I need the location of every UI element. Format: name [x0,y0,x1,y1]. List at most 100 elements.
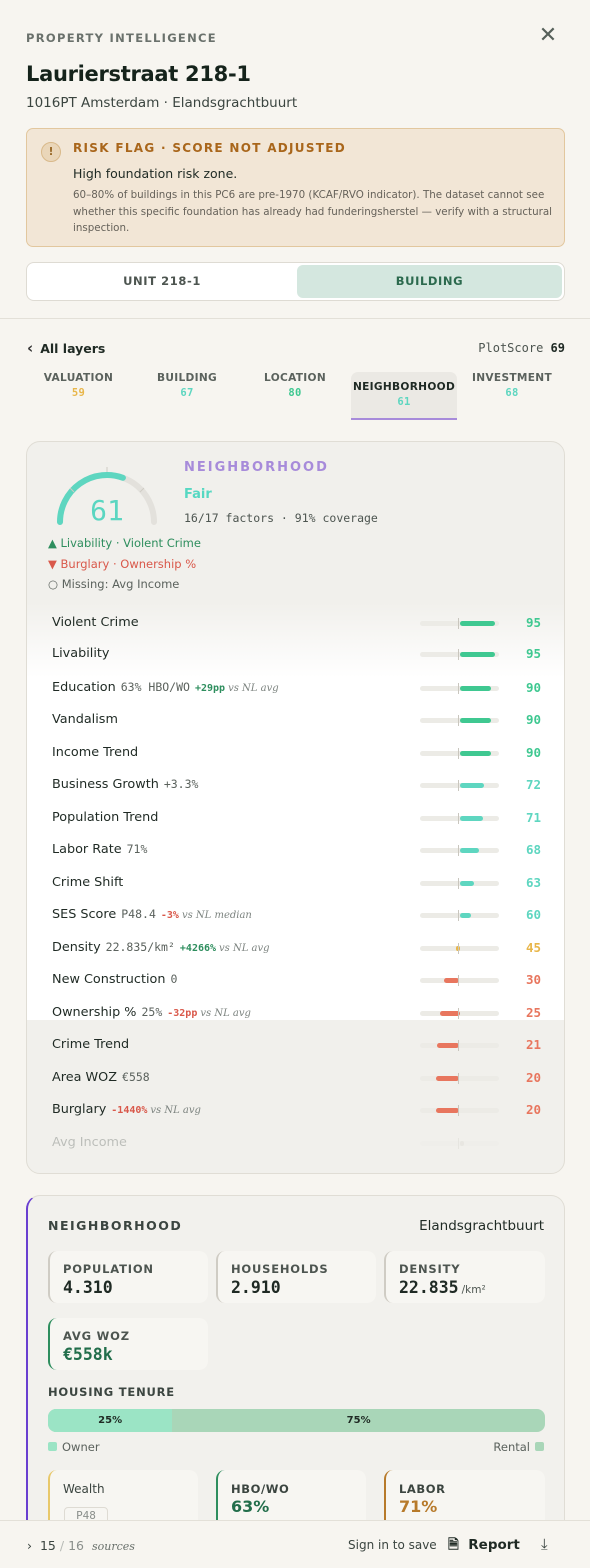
tab-valuation[interactable]: VALUATION 59 [31,372,126,420]
factor-bar [420,813,499,824]
factor-comparison: vs NL avg [150,1105,201,1116]
factor-name-line: New Construction 0 [52,972,177,987]
all-layers-link[interactable]: ‹ All layers [27,339,105,357]
factor-row[interactable]: Population Trend 71 [27,802,564,834]
risk-flag-banner: ! RISK FLAG · SCORE NOT ADJUSTED High fo… [26,128,565,247]
factor-bar-midline [458,780,459,791]
tab-score: 61 [397,396,411,408]
factor-bar-midline [458,813,459,824]
factor-delta: -32pp [167,1008,198,1019]
factor-name-line: Avg Income [52,1135,127,1150]
wealth-label: Wealth [63,1482,105,1496]
factor-bar-midline [458,1008,459,1019]
plotscore-label: PlotScore [478,341,544,355]
factor-name: Ownership % [52,1005,137,1020]
tab-label: BUILDING [156,372,218,384]
report-button[interactable]: 🗎 Report [448,1535,520,1558]
stat-label: POPULATION [63,1262,154,1276]
factor-score: 60 [525,907,541,922]
factor-bar-midline [458,748,459,759]
detail-eyebrow: NEIGHBORHOOD [48,1218,183,1233]
factor-row[interactable]: Education 63% HBO/WO +29pp vs NL avg 90 [27,672,564,704]
toggle-unit[interactable]: UNIT 218-1 [29,265,295,298]
factor-score: 95 [525,646,541,661]
factor-bar-fill [435,1108,460,1113]
factor-bar [420,780,499,791]
factor-name: Education [52,680,116,695]
tab-investment[interactable]: INVESTMENT 68 [466,372,558,420]
factor-row[interactable]: Income Trend 90 [27,737,564,769]
factor-bar [420,943,499,954]
factor-bar-midline [458,878,459,889]
factor-score: 90 [525,680,541,695]
density-unit: /km² [461,1284,486,1296]
factor-row[interactable]: Area WOZ €558 20 [27,1062,564,1094]
factor-row[interactable]: Crime Shift 63 [27,867,564,899]
scope-toggle: UNIT 218-1 BUILDING [26,262,565,301]
sources-shown: 15 [39,1538,56,1553]
stat-label: AVG WOZ [63,1329,130,1343]
factor-name-line: Burglary -1440% vs NL avg [52,1102,201,1117]
factor-bar [420,878,499,889]
factor-value: 0 [170,972,178,986]
factor-row[interactable]: Crime Trend 21 [27,1029,564,1061]
sources-toggle[interactable]: › 15/16 sources [27,1538,135,1553]
factor-bar-fill [436,1043,460,1048]
factor-bar [420,1138,499,1149]
warning-icon: ! [41,142,61,162]
factor-bar-fill [435,1076,460,1081]
sign-in-link[interactable]: Sign in to save [348,1538,437,1552]
factor-score: 45 [525,940,541,955]
factor-row[interactable]: Vandalism 90 [27,704,564,736]
factor-row[interactable]: Density 22.835/km² +4266% vs NL avg 45 [27,932,564,964]
factor-name: Income Trend [52,745,139,760]
factor-bar-midline [458,943,459,954]
factor-bar-midline [458,649,459,660]
factor-bar-midline [458,618,459,629]
factor-name-line: Crime Trend [52,1037,129,1052]
download-icon[interactable]: ⤓ [541,1535,548,1553]
factor-row[interactable]: Avg Income [27,1127,564,1159]
stat-density: DENSITY 22.835/km² [384,1251,545,1303]
factor-bar-fill [459,1141,464,1146]
factor-row[interactable]: SES Score P48.4 -3% vs NL median 60 [27,899,564,931]
document-icon: 🗎 [448,1537,459,1553]
factor-name-line: Livability [52,646,109,661]
close-icon[interactable]: ✕ [536,24,560,48]
legend-owner-label: Owner [62,1440,100,1454]
tab-neighborhood[interactable]: NEIGHBORHOOD 61 [351,372,457,420]
tab-location[interactable]: LOCATION 80 [248,372,342,420]
factor-bar-midline [458,715,459,726]
factor-bar [420,845,499,856]
factor-bar-midline [458,1040,459,1051]
factor-row[interactable]: New Construction 0 30 [27,964,564,996]
chevron-left-icon: ‹ [27,339,34,357]
factor-name-line: Labor Rate 71% [52,842,147,857]
factor-score: 90 [525,712,541,727]
stat-value: €558k [63,1345,113,1364]
factor-value: +3.3% [163,777,199,791]
factor-name: Vandalism [52,712,118,727]
factor-row[interactable]: Livability 95 [27,638,564,670]
factor-value: 71% [126,842,148,856]
factor-row[interactable]: Labor Rate 71% 68 [27,834,564,866]
factor-delta: -1440% [111,1105,148,1116]
factor-row[interactable]: Burglary -1440% vs NL avg 20 [27,1094,564,1126]
factor-bar-midline [458,683,459,694]
tab-building[interactable]: BUILDING 67 [140,372,234,420]
tab-label: NEIGHBORHOOD [352,381,456,393]
factor-row[interactable]: Ownership % 25% -32pp vs NL avg 25 [27,997,564,1029]
factor-score: 20 [525,1102,541,1117]
stat-avg-woz: AVG WOZ €558k [48,1318,208,1370]
toggle-building[interactable]: BUILDING [297,265,562,298]
neighborhood-rating: Fair [184,487,212,502]
factor-row[interactable]: Violent Crime 95 [27,607,564,639]
tenure-rental-segment: 75% [346,1415,371,1426]
factor-bar-fill [459,881,474,886]
factor-row[interactable]: Business Growth +3.3% 72 [27,769,564,801]
stat-label: HOUSEHOLDS [231,1262,329,1276]
footer-bar: › 15/16 sources Sign in to save 🗎 Report … [0,1520,590,1568]
factor-score: 20 [525,1070,541,1085]
weaknesses: ▼ Burglary · Ownership % [48,557,196,571]
legend-rental-label: Rental [493,1440,530,1454]
